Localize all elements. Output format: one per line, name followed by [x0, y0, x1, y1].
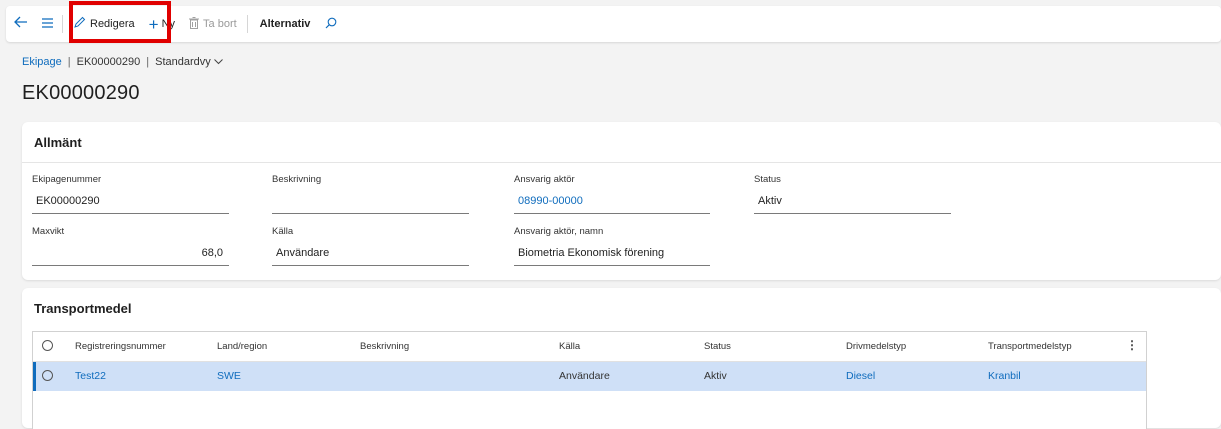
general-section-header[interactable]: Allmänt: [34, 135, 82, 150]
cell-drivmedelstyp[interactable]: Diesel: [846, 362, 875, 391]
field-label: Ekipagenummer: [32, 174, 102, 185]
field-label: Maxvikt: [32, 226, 65, 237]
breadcrumb: Ekipage | EK00000290 | Standardvy: [22, 56, 223, 68]
new-button-label: Ny: [161, 18, 176, 30]
field-ansvarig-aktor: Ansvarig aktör 08990-00000: [514, 174, 710, 214]
page-title: EK00000290: [22, 82, 140, 104]
breadcrumb-root-link[interactable]: Ekipage: [22, 56, 62, 68]
status-input[interactable]: Aktiv: [754, 192, 951, 214]
row-select-radio[interactable]: [42, 370, 53, 381]
selected-row-indicator: [33, 362, 36, 391]
delete-button[interactable]: Ta bort: [183, 6, 243, 42]
column-header-beskrivning[interactable]: Beskrivning: [360, 332, 409, 361]
chevron-down-icon: [213, 56, 223, 68]
cell-transportmedelstyp[interactable]: Kranbil: [988, 362, 1021, 391]
cell-kalla: Användare: [559, 370, 610, 382]
ansvarig-aktor-namn-input[interactable]: Biometria Ekonomisk förening: [514, 244, 710, 266]
field-kalla: Källa Användare: [272, 226, 469, 266]
search-button[interactable]: [320, 6, 342, 42]
field-status: Status Aktiv: [754, 174, 951, 214]
field-label: Status: [754, 174, 781, 185]
beskrivning-input[interactable]: [272, 192, 469, 214]
cell-status: Aktiv: [704, 370, 727, 382]
back-button[interactable]: [6, 6, 36, 42]
delete-button-label: Ta bort: [203, 18, 237, 30]
column-header-status[interactable]: Status: [704, 332, 731, 361]
transport-section-header[interactable]: Transportmedel: [34, 301, 132, 316]
field-beskrivning: Beskrivning: [272, 174, 469, 214]
back-arrow-icon: [14, 15, 28, 33]
field-ekipagenummer: Ekipagenummer EK00000290: [32, 174, 229, 214]
breadcrumb-separator: |: [67, 56, 71, 68]
ekipagenummer-input[interactable]: EK00000290: [32, 192, 229, 214]
toolbar-divider: [246, 15, 248, 33]
general-section: Allmänt Ekipagenummer EK00000290 Beskriv…: [22, 122, 1221, 280]
grid-header-row: Registreringsnummer Land/region Beskrivn…: [33, 332, 1146, 362]
new-button[interactable]: + Ny: [143, 6, 183, 42]
plus-icon: +: [148, 14, 159, 34]
field-ansvarig-aktor-namn: Ansvarig aktör, namn Biometria Ekonomisk…: [514, 226, 710, 266]
column-header-transportmedelstyp[interactable]: Transportmedelstyp: [988, 332, 1072, 361]
field-label: Ansvarig aktör: [514, 174, 575, 185]
column-header-registreringsnummer[interactable]: Registreringsnummer: [75, 332, 166, 361]
field-maxvikt: Maxvikt 68,0: [32, 226, 229, 266]
section-divider: [22, 162, 1221, 163]
column-header-drivmedelstyp[interactable]: Drivmedelstyp: [846, 332, 906, 361]
select-all-radio[interactable]: [42, 340, 53, 351]
pencil-icon: [73, 16, 86, 32]
hamburger-icon: [41, 17, 53, 31]
edit-button-label: Redigera: [90, 18, 135, 30]
view-selector-label: Standardvy: [155, 56, 211, 68]
transport-section: Transportmedel Registreringsnummer Land/…: [22, 288, 1221, 429]
breadcrumb-record: EK00000290: [76, 56, 141, 68]
table-row[interactable]: Test22 SWE Användare Aktiv Diesel Kranbi…: [33, 362, 1146, 391]
maxvikt-input[interactable]: 68,0: [32, 244, 229, 266]
cell-land[interactable]: SWE: [217, 362, 241, 391]
field-label: Källa: [272, 226, 294, 237]
toolbar-divider: [62, 15, 63, 33]
column-header-kalla[interactable]: Källa: [559, 332, 580, 361]
trash-icon: [189, 16, 200, 32]
options-button[interactable]: Alternativ: [252, 6, 321, 42]
field-label: Beskrivning: [272, 174, 322, 185]
breadcrumb-separator: |: [146, 56, 150, 68]
action-toolbar: Redigera + Ny Ta bort Alternativ: [6, 6, 1221, 42]
edit-button[interactable]: Redigera: [67, 6, 143, 42]
kalla-input[interactable]: Användare: [272, 244, 469, 266]
cell-registreringsnummer[interactable]: Test22: [75, 362, 106, 391]
field-label: Ansvarig aktör, namn: [514, 226, 604, 237]
more-options-icon[interactable]: ⋮: [1126, 332, 1138, 359]
hamburger-menu-button[interactable]: [36, 6, 58, 42]
transport-grid: Registreringsnummer Land/region Beskrivn…: [32, 331, 1147, 429]
column-header-land[interactable]: Land/region: [217, 332, 267, 361]
ansvarig-aktor-input[interactable]: 08990-00000: [514, 192, 710, 214]
search-icon: [325, 17, 337, 32]
view-selector[interactable]: Standardvy: [155, 56, 223, 68]
